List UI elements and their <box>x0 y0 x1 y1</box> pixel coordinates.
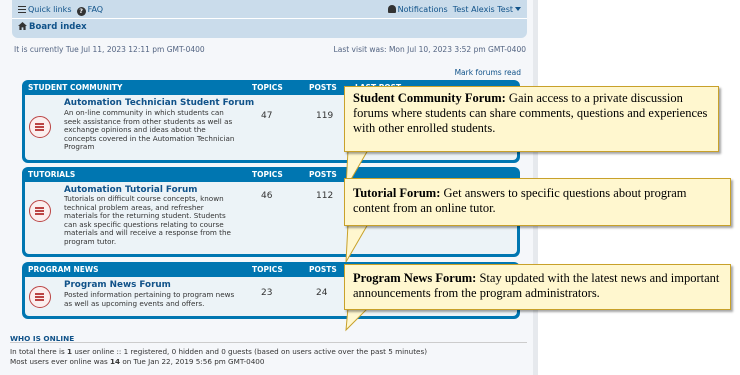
record-text-post: on Tue Jan 22, 2019 5:56 pm GMT-0400 <box>120 357 265 366</box>
breadcrumb: Board index <box>18 22 87 32</box>
posts-header: POSTS <box>309 265 337 274</box>
mark-forums-read-link[interactable]: Mark forums read <box>455 68 521 77</box>
online-summary: In total there is 1 user online :: 1 reg… <box>10 347 427 356</box>
posts-header: POSTS <box>309 83 337 92</box>
notifications-label: Notifications <box>397 5 448 14</box>
forum-title-link[interactable]: Program News Forum <box>64 280 171 290</box>
forum-read-icon <box>29 200 51 222</box>
divider <box>10 342 527 343</box>
posts-count: 24 <box>316 288 328 298</box>
callout-title: Student Community Forum: <box>353 91 506 105</box>
online-record: Most users ever online was 14 on Tue Jan… <box>10 357 264 366</box>
board-index-link[interactable]: Board index <box>29 22 87 32</box>
callout-student-community: Student Community Forum: Gain access to … <box>344 86 719 152</box>
forum-description: An on-line community in which students c… <box>64 108 235 152</box>
navbar-top-row: Quick links ? FAQ Notifications Test Alex… <box>18 5 521 17</box>
online-text-pre: In total there is <box>10 347 68 356</box>
forum-description: Posted information pertaining to program… <box>64 290 235 308</box>
caret-down-icon <box>515 7 521 11</box>
user-menu[interactable]: Test Alexis Test <box>453 5 521 14</box>
topics-header: TOPICS <box>252 83 283 92</box>
topics-header: TOPICS <box>252 265 283 274</box>
forum-description: Tutorials on difficult course concepts, … <box>64 194 231 246</box>
online-text-post: user online :: 1 registered, 0 hidden an… <box>72 347 428 356</box>
topics-count: 47 <box>261 111 273 121</box>
navbar: Quick links ? FAQ Notifications Test Alex… <box>12 0 527 38</box>
username: Test Alexis Test <box>452 5 513 14</box>
time-info: It is currently Tue Jul 11, 2023 12:11 p… <box>14 45 526 54</box>
forum-read-icon <box>29 286 51 308</box>
forum-read-icon <box>29 116 51 138</box>
callout-tutorial: Tutorial Forum: Get answers to specific … <box>344 178 731 226</box>
record-count: 14 <box>110 357 121 366</box>
notifications-link[interactable]: Notifications <box>387 5 448 14</box>
home-icon <box>18 22 27 30</box>
posts-header: POSTS <box>309 170 337 179</box>
faq-link[interactable]: ? FAQ <box>76 5 104 16</box>
category-title[interactable]: PROGRAM NEWS <box>28 262 99 277</box>
record-text-pre: Most users ever online was <box>10 357 111 366</box>
hamburger-icon <box>18 6 26 13</box>
forum-title-link[interactable]: Automation Technician Student Forum <box>64 98 254 108</box>
callout-title: Tutorial Forum: <box>353 186 441 200</box>
topics-count: 46 <box>261 191 273 201</box>
last-visit: Last visit was: Mon Jul 10, 2023 3:52 pm… <box>333 45 526 54</box>
bell-icon <box>387 5 396 13</box>
callout-title: Program News Forum: <box>353 271 477 285</box>
quick-links-group: Quick links ? FAQ <box>18 5 103 16</box>
callout-tail <box>345 224 369 263</box>
topics-header: TOPICS <box>252 170 283 179</box>
posts-count: 119 <box>316 111 334 121</box>
current-time: It is currently Tue Jul 11, 2023 12:11 p… <box>14 45 205 54</box>
user-group: Notifications Test Alexis Test <box>387 5 521 14</box>
category-title[interactable]: TUTORIALS <box>28 167 75 182</box>
category-title[interactable]: STUDENT COMMUNITY <box>28 80 122 95</box>
question-circle-icon: ? <box>76 7 86 16</box>
quick-links-link[interactable]: Quick links <box>18 5 71 14</box>
callout-tail <box>345 308 369 332</box>
posts-count: 112 <box>316 191 334 201</box>
quick-links-label: Quick links <box>28 5 72 14</box>
callout-program-news: Program News Forum: Stay updated with th… <box>344 264 731 310</box>
faq-label: FAQ <box>87 5 104 14</box>
navbar-divider <box>12 18 527 19</box>
topics-count: 23 <box>261 288 273 298</box>
